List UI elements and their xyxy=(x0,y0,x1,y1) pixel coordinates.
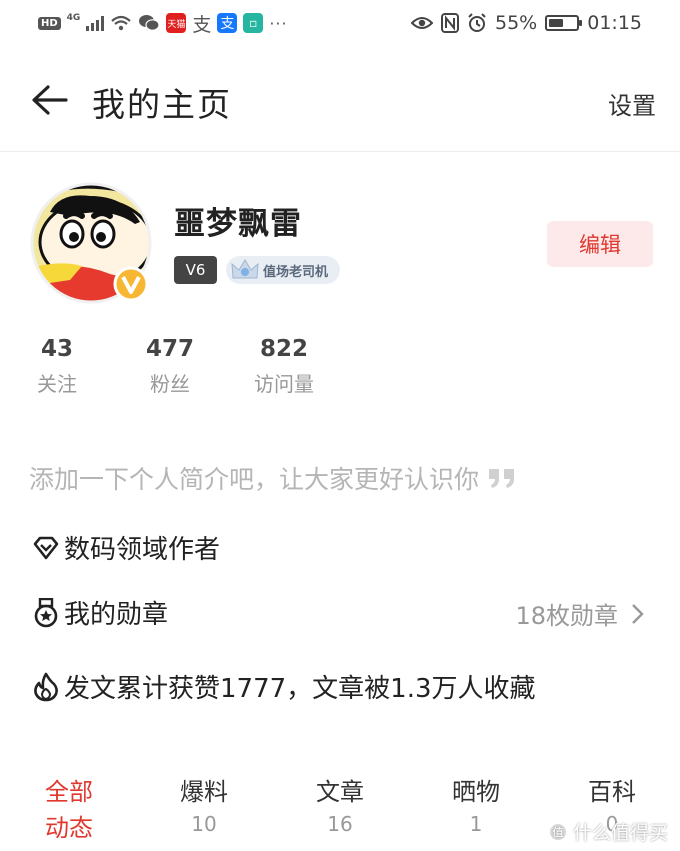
battery-icon xyxy=(545,15,583,31)
tab-label: 百科 xyxy=(588,778,636,806)
verified-v-badge-icon xyxy=(113,266,149,302)
edit-profile-button[interactable]: 编辑 xyxy=(547,221,653,267)
achievement-text: 发文累计获赞1777，文章被1.3万人收藏 xyxy=(64,674,536,704)
stat-value: 43 xyxy=(40,336,73,362)
quote-icon xyxy=(489,469,515,488)
tmall-app-icon: 天猫 xyxy=(166,13,187,33)
medals-row[interactable]: 我的勋章 xyxy=(32,594,168,631)
stat-value: 822 xyxy=(259,336,308,362)
tab-count: 1 xyxy=(469,812,483,836)
alipay-text-icon: 支 xyxy=(192,13,212,36)
wechat-icon xyxy=(139,15,160,31)
alarm-icon xyxy=(468,13,486,32)
tab-count: 16 xyxy=(327,812,353,836)
battery-percent: 55% xyxy=(495,12,538,34)
clock-time: 01:15 xyxy=(587,12,642,34)
bio-text: 添加一下个人简介吧，让大家更好认识你 xyxy=(29,465,480,494)
status-bar: HD 4G 天猫 支 支 ▫ ··· 55% 01:15 xyxy=(0,0,680,48)
watermark: 值 什么值得买 xyxy=(547,818,668,845)
watermark-logo-icon: 值 xyxy=(547,821,568,842)
avatar[interactable] xyxy=(30,182,152,304)
battery-level-fill xyxy=(549,19,564,27)
tab-label: 全部 xyxy=(45,778,93,806)
stat-visits[interactable]: 822 访问量 xyxy=(248,336,320,397)
stat-following[interactable]: 43 关注 xyxy=(33,336,81,397)
watermark-text: 什么值得买 xyxy=(572,822,668,844)
medals-count-link[interactable]: 18枚勋章 xyxy=(515,596,644,631)
wifi-icon xyxy=(111,15,132,31)
crown-icon xyxy=(231,259,259,279)
nfc-icon xyxy=(441,13,459,33)
settings-button[interactable]: 设置 xyxy=(608,86,656,121)
status-bar-left: HD 4G 天猫 支 支 ▫ ··· xyxy=(38,12,288,36)
stat-value: 477 xyxy=(145,336,194,362)
stats-row: 43 关注 477 粉丝 822 访问量 xyxy=(0,336,680,406)
flame-icon xyxy=(34,672,58,701)
status-bar-right: 55% 01:15 xyxy=(411,12,642,34)
tab-count: 10 xyxy=(191,812,217,836)
tab-articles[interactable]: 文章 16 xyxy=(304,774,376,838)
tab-label: 晒物 xyxy=(452,778,500,806)
tab-label: 爆料 xyxy=(180,778,228,806)
tab-all-activity[interactable]: 全部 动态 xyxy=(34,774,104,846)
eye-comfort-icon xyxy=(411,17,433,29)
tab-label: 文章 xyxy=(316,778,364,806)
tab-deals[interactable]: 爆料 10 xyxy=(168,774,240,838)
username: 噩梦飘雷 xyxy=(174,206,302,242)
more-notifications-icon: ··· xyxy=(269,13,288,33)
medals-count: 18枚勋章 xyxy=(515,602,618,630)
level-badge[interactable]: V6 xyxy=(174,256,217,284)
cell-signal-icon xyxy=(86,15,105,31)
stat-label: 粉丝 xyxy=(150,372,190,396)
alipay-app-icon: 支 xyxy=(217,13,238,33)
tab-label-line2: 动态 xyxy=(45,814,93,842)
medals-label: 我的勋章 xyxy=(64,600,169,630)
title-badge[interactable]: 值场老司机 xyxy=(226,256,340,284)
stat-followers[interactable]: 477 粉丝 xyxy=(144,336,196,397)
hd-voice-icon: HD xyxy=(38,16,61,30)
page-header: 我的主页 设置 xyxy=(0,48,680,152)
stat-label: 关注 xyxy=(37,372,77,396)
author-field-row: 数码领域作者 xyxy=(32,529,220,566)
stat-label: 访问量 xyxy=(254,372,314,396)
diamond-icon xyxy=(33,536,59,559)
achievement-row: 发文累计获赞1777，文章被1.3万人收藏 xyxy=(32,668,536,705)
back-arrow-icon[interactable] xyxy=(30,84,70,116)
tab-showcase[interactable]: 晒物 1 xyxy=(440,774,512,838)
title-badge-label: 值场老司机 xyxy=(263,264,329,280)
medal-icon xyxy=(34,597,58,627)
page-title: 我的主页 xyxy=(92,85,232,124)
bio-placeholder[interactable]: 添加一下个人简介吧，让大家更好认识你 xyxy=(29,460,517,496)
author-field-text: 数码领域作者 xyxy=(64,535,221,565)
chevron-right-icon xyxy=(632,603,644,624)
network-type: 4G xyxy=(66,13,81,23)
mi-home-app-icon: ▫ xyxy=(243,13,264,33)
svg-text:值: 值 xyxy=(552,826,563,839)
